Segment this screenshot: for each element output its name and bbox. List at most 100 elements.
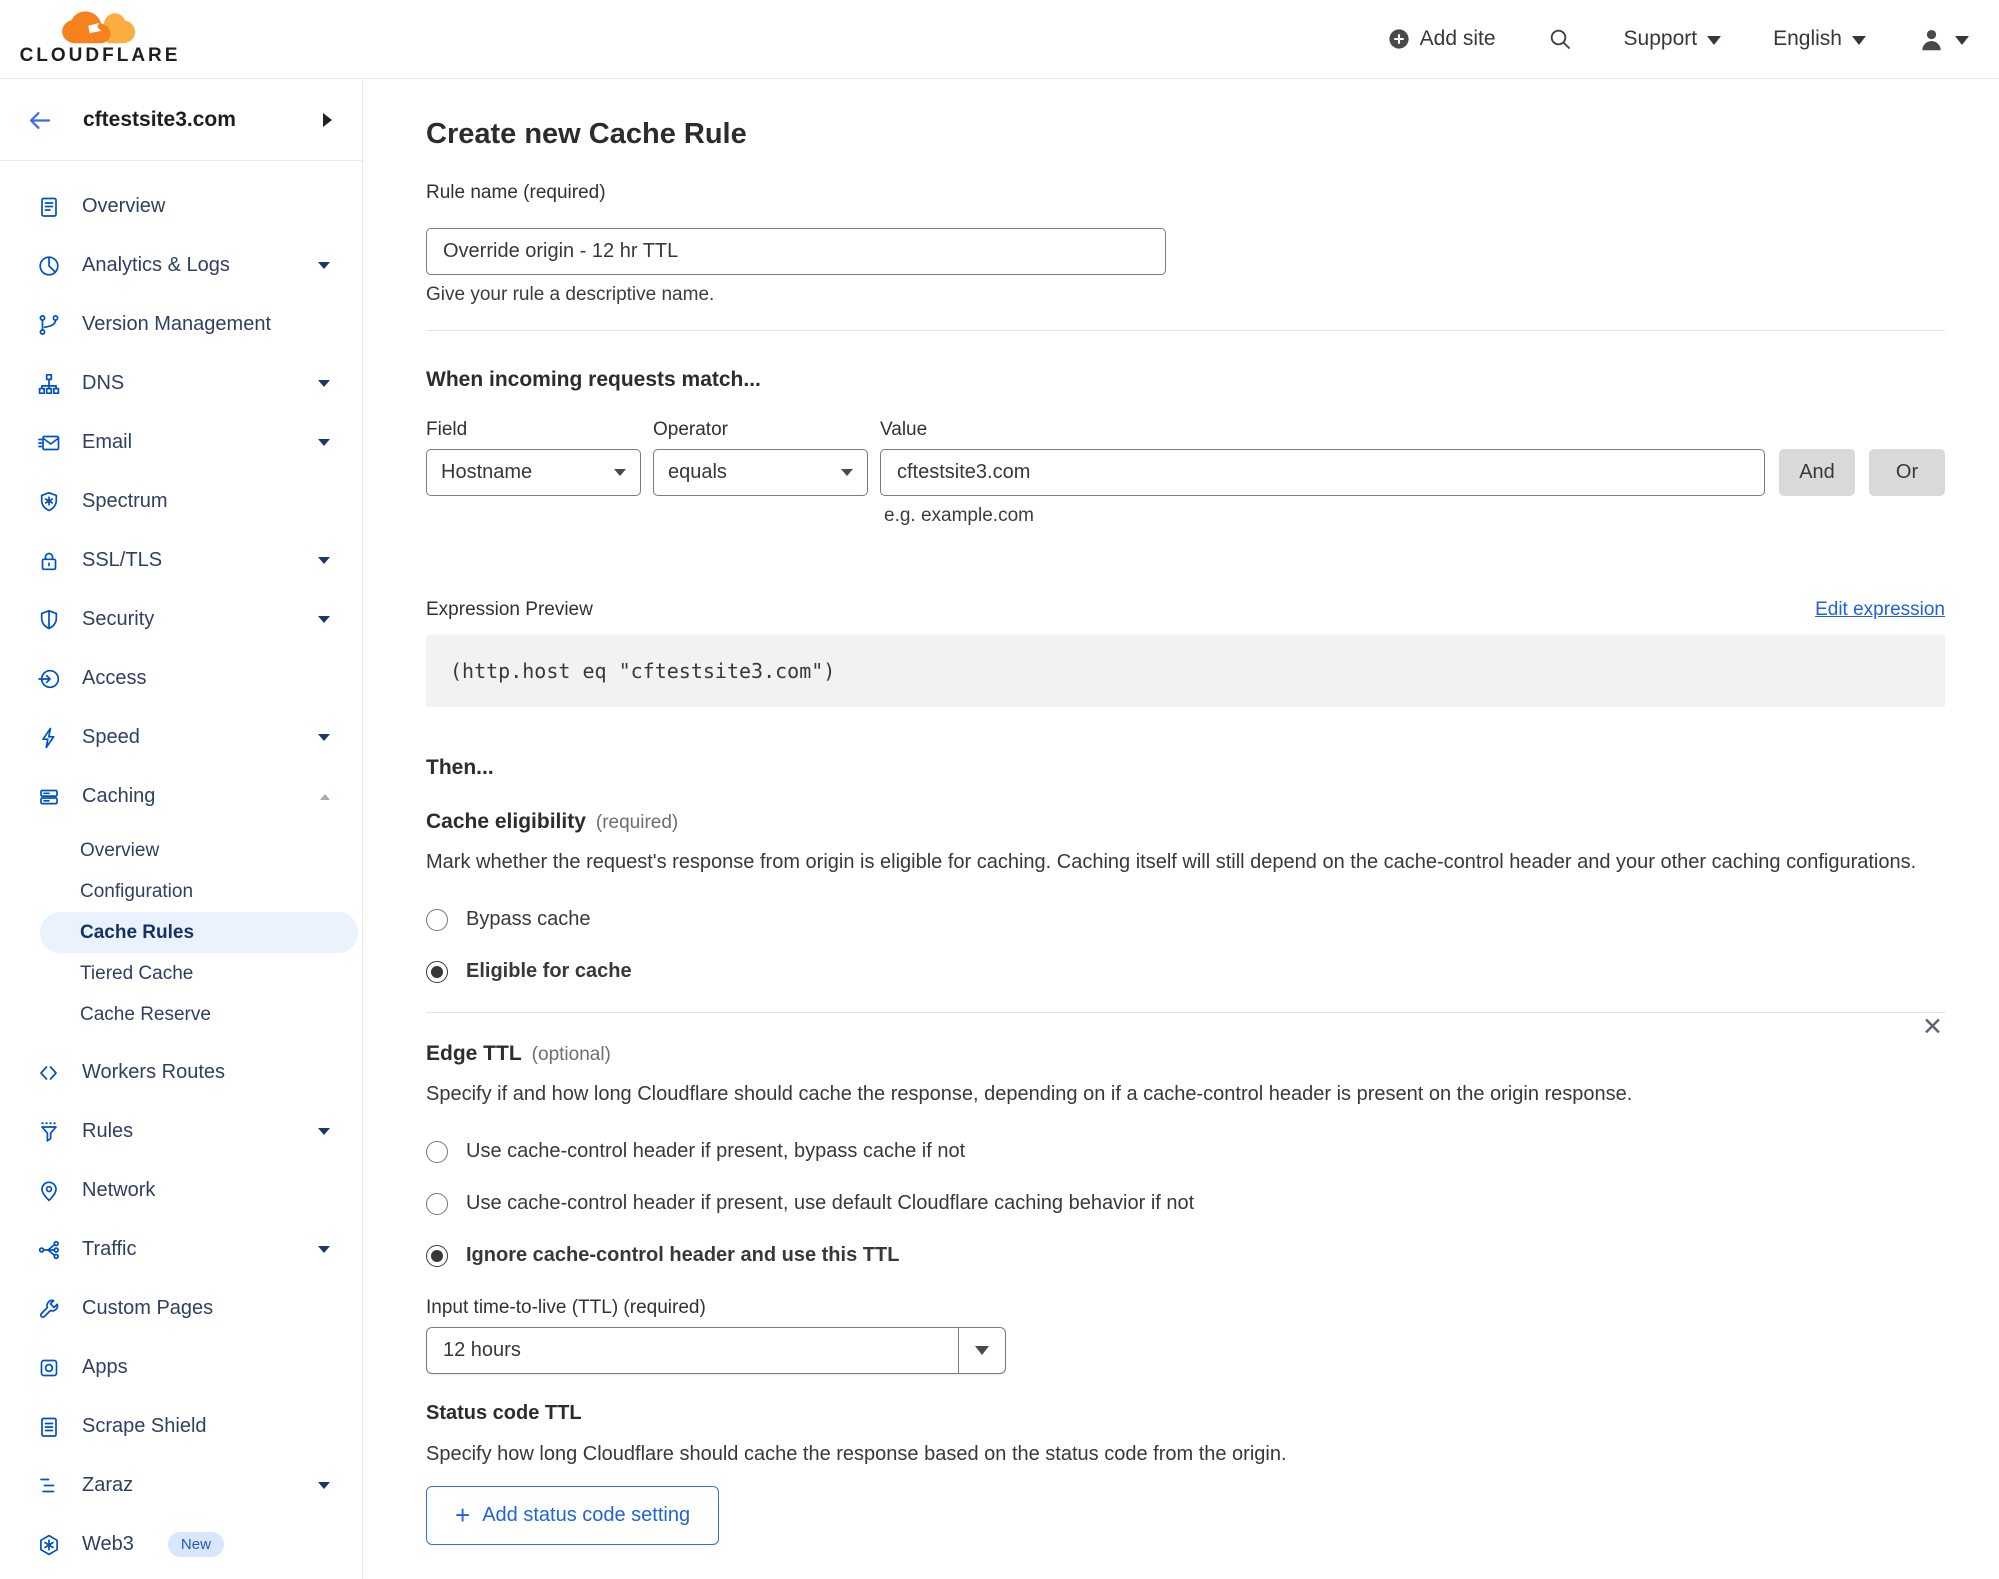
sidebar-item-network[interactable]: Network	[0, 1161, 362, 1220]
rule-name-label: Rule name (required)	[426, 182, 606, 203]
account-menu[interactable]	[1918, 26, 1969, 53]
edge-ttl-heading: Edge TTL	[426, 1042, 522, 1065]
search-button[interactable]	[1548, 27, 1572, 51]
chevron-up-icon	[320, 793, 330, 800]
radio-label: Bypass cache	[466, 908, 591, 930]
sidebar-item-apps[interactable]: Apps	[0, 1338, 362, 1397]
sidebar-item-overview[interactable]: Overview	[0, 177, 362, 236]
close-icon[interactable]: ✕	[1920, 1013, 1945, 1042]
radio-use-header-default[interactable]: Use cache-control header if present, use…	[426, 1192, 1945, 1215]
sidebar-item-email[interactable]: Email	[0, 413, 362, 472]
sidebar-subitem-cache-rules[interactable]: Cache Rules	[40, 912, 358, 953]
sidebar-item-label: SSL/TLS	[82, 549, 163, 571]
radio-button-icon[interactable]	[426, 960, 448, 983]
field-select-value: Hostname	[441, 461, 533, 483]
language-menu[interactable]: English	[1773, 27, 1866, 51]
chevron-down-icon	[1707, 35, 1722, 45]
edge-ttl-options: Use cache-control header if present, byp…	[426, 1140, 1945, 1267]
chevron-down-icon	[318, 734, 330, 741]
chevron-down-icon	[318, 439, 330, 446]
sidebar-subitem-overview[interactable]: Overview	[0, 830, 362, 871]
add-site-button[interactable]: Add site	[1388, 27, 1496, 51]
subitem-label: Cache Rules	[80, 921, 195, 943]
main-content: Create new Cache Rule Rule name (require…	[364, 80, 1999, 1579]
sidebar-item-label: Apps	[82, 1356, 128, 1378]
radio-label: Eligible for cache	[466, 960, 632, 982]
radio-button-icon[interactable]	[426, 1192, 448, 1215]
or-button[interactable]: Or	[1869, 449, 1945, 496]
sidebar-item-label: Traffic	[82, 1238, 137, 1260]
sidebar-item-speed[interactable]: Speed	[0, 708, 362, 767]
ttl-select-arrow[interactable]	[958, 1328, 1005, 1373]
support-menu[interactable]: Support	[1624, 27, 1722, 51]
then-heading: Then...	[426, 756, 494, 779]
subitem-label: Overview	[80, 839, 160, 861]
sidebar-item-traffic[interactable]: Traffic	[0, 1220, 362, 1279]
lightning-icon	[36, 725, 62, 751]
search-icon	[1550, 29, 1570, 50]
radio-button-icon[interactable]	[426, 908, 448, 931]
sidebar-item-version-management[interactable]: Version Management	[0, 295, 362, 354]
radio-use-header-bypass[interactable]: Use cache-control header if present, byp…	[426, 1140, 1945, 1163]
zaraz-bars-icon	[36, 1473, 62, 1499]
sidebar-item-web3[interactable]: Web3 New	[0, 1515, 362, 1574]
operator-select-value: equals	[668, 461, 727, 483]
plus-circle-icon	[1389, 29, 1409, 49]
chevron-down-icon	[318, 1482, 330, 1489]
edit-expression-link[interactable]: Edit expression	[1815, 599, 1945, 621]
sidebar-item-label: Zaraz	[82, 1474, 134, 1496]
back-arrow-icon[interactable]	[26, 107, 53, 134]
rule-name-input[interactable]	[426, 228, 1166, 275]
sidebar-subitem-cache-reserve[interactable]: Cache Reserve	[0, 994, 362, 1035]
cloudflare-logo[interactable]: CLOUDFLARE	[20, 11, 180, 67]
chevron-down-icon	[318, 1128, 330, 1135]
field-select[interactable]: Hostname	[426, 449, 641, 496]
map-pin-icon	[36, 1178, 62, 1204]
new-badge: New	[167, 1532, 224, 1557]
sidebar-item-custom-pages[interactable]: Custom Pages	[0, 1279, 362, 1338]
sidebar-item-ssl-tls[interactable]: SSL/TLS	[0, 531, 362, 590]
add-site-label: Add site	[1419, 27, 1496, 50]
sidebar-item-label: Custom Pages	[82, 1297, 214, 1319]
ttl-select-value: 12 hours	[443, 1339, 521, 1361]
shield-icon	[36, 607, 62, 633]
and-button[interactable]: And	[1779, 449, 1855, 496]
sidebar-item-spectrum[interactable]: Spectrum	[0, 472, 362, 531]
sidebar-item-label: Security	[82, 608, 155, 630]
operator-select[interactable]: equals	[653, 449, 868, 496]
sidebar: cftestsite3.com Overview Analytics & Log…	[0, 80, 363, 1579]
sidebar-item-access[interactable]: Access	[0, 649, 362, 708]
top-nav: Add site Support English	[1388, 26, 1969, 53]
sidebar-item-rules[interactable]: Rules	[0, 1102, 362, 1161]
language-label: English	[1773, 27, 1842, 50]
sidebar-item-analytics-logs[interactable]: Analytics & Logs	[0, 236, 362, 295]
plus-icon: +	[455, 1499, 471, 1530]
sidebar-item-label: Scrape Shield	[82, 1415, 207, 1437]
radio-button-icon[interactable]	[426, 1140, 448, 1163]
server-stack-icon	[36, 784, 62, 810]
radio-eligible-for-cache[interactable]: Eligible for cache	[426, 960, 1945, 983]
radio-ignore-header-use-ttl[interactable]: Ignore cache-control header and use this…	[426, 1244, 1945, 1267]
status-code-ttl-description: Specify how long Cloudflare should cache…	[426, 1443, 1287, 1465]
sidebar-item-scrape-shield[interactable]: Scrape Shield	[0, 1397, 362, 1456]
sidebar-item-dns[interactable]: DNS	[0, 354, 362, 413]
sidebar-menu: Overview Analytics & Logs Version Manage…	[0, 161, 362, 1574]
sidebar-item-workers-routes[interactable]: Workers Routes	[0, 1043, 362, 1102]
value-input[interactable]	[880, 449, 1765, 496]
sidebar-subitem-configuration[interactable]: Configuration	[0, 871, 362, 912]
sidebar-item-security[interactable]: Security	[0, 590, 362, 649]
document-icon	[36, 1414, 62, 1440]
ttl-select[interactable]: 12 hours	[426, 1327, 1006, 1374]
sidebar-item-zaraz[interactable]: Zaraz	[0, 1456, 362, 1515]
add-status-code-setting-button[interactable]: + Add status code setting	[426, 1486, 720, 1545]
subitem-label: Configuration	[80, 880, 194, 902]
code-brackets-icon	[36, 1060, 62, 1086]
ttl-input-label: Input time-to-live (TTL) (required)	[426, 1297, 706, 1318]
radio-bypass-cache[interactable]: Bypass cache	[426, 908, 1945, 931]
sidebar-subitem-tiered-cache[interactable]: Tiered Cache	[0, 953, 362, 994]
operator-label: Operator	[653, 419, 728, 440]
required-tag: (required)	[595, 812, 679, 833]
radio-button-icon[interactable]	[426, 1244, 448, 1267]
expand-site-menu-icon[interactable]	[323, 113, 332, 127]
sidebar-item-caching[interactable]: Caching	[0, 767, 362, 826]
